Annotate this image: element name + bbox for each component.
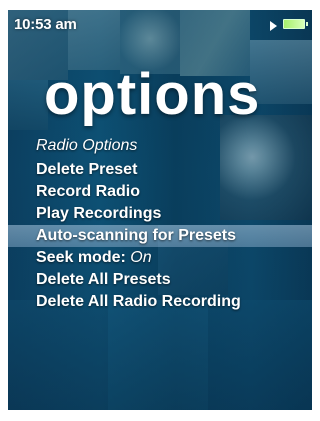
menu-item-label: Delete Preset: [36, 161, 138, 178]
background-art-tile: [108, 300, 208, 410]
seek-mode-value: On: [130, 249, 152, 266]
menu-item-play-recordings[interactable]: Play Recordings: [8, 203, 312, 225]
play-icon: [270, 21, 277, 31]
menu-item-delete-all-radio-recordings[interactable]: Delete All Radio Recording: [8, 291, 312, 313]
background-art-tile: [8, 80, 48, 130]
page-title: options: [44, 62, 261, 127]
menu-item-delete-preset[interactable]: Delete Preset: [8, 159, 312, 181]
menu-item-label: Seek mode:: [36, 249, 131, 266]
menu-item-record-radio[interactable]: Record Radio: [8, 181, 312, 203]
status-bar: 10:53 am: [8, 10, 312, 38]
menu-item-label: Play Recordings: [36, 205, 162, 222]
menu-item-label: Auto-scanning for Presets: [36, 227, 237, 244]
menu-item-seek-mode[interactable]: Seek mode: On: [8, 247, 312, 269]
background-art-tile: [208, 300, 312, 410]
menu-item-delete-all-presets[interactable]: Delete All Presets: [8, 269, 312, 291]
menu-item-label: Record Radio: [36, 183, 141, 200]
background-art-tile: [8, 300, 108, 410]
clock: 10:53 am: [14, 16, 77, 33]
battery-icon: [283, 19, 308, 29]
menu-item-label: Delete All Presets: [36, 271, 171, 288]
device-screen: 10:53 am options Radio Options Delete Pr…: [8, 10, 312, 410]
menu-item-label: Delete All Radio Recording: [36, 293, 241, 310]
menu-header: Radio Options: [36, 137, 138, 154]
menu-item-auto-scanning[interactable]: Auto-scanning for Presets: [8, 225, 312, 247]
